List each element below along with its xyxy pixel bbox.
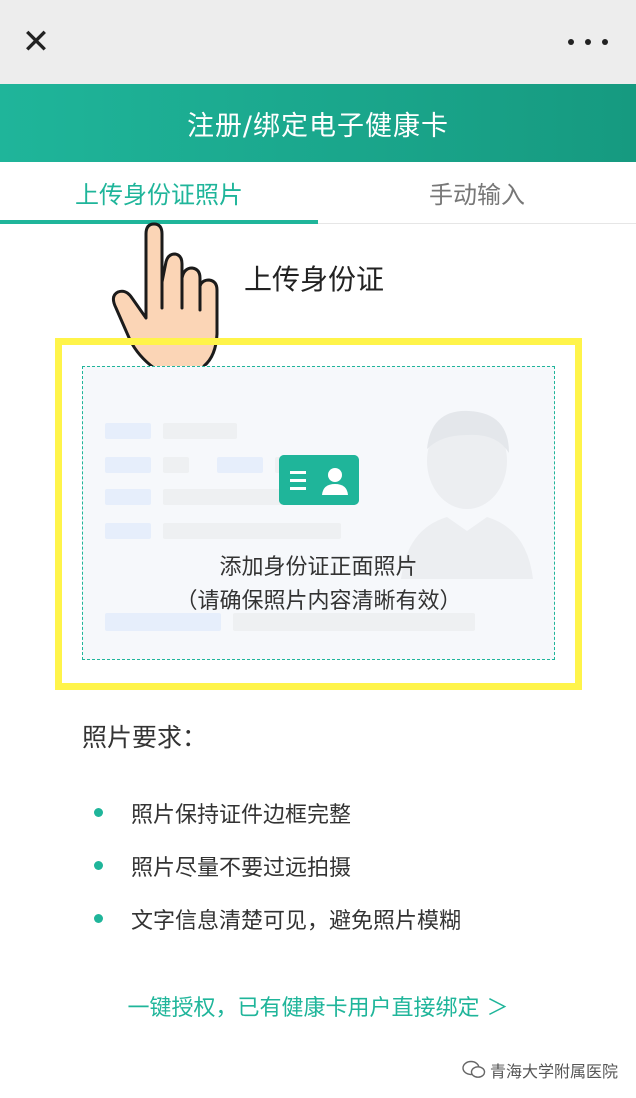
- tab-bar: 上传身份证照片 手动输入: [0, 162, 636, 224]
- placeholder-bar: [163, 523, 341, 539]
- watermark: 青海大学附属医院: [462, 1058, 618, 1082]
- bullet-icon: [94, 914, 103, 923]
- requirements-list: 照片保持证件边框完整 照片尽量不要过远拍摄 文字信息清楚可见，避免照片模糊: [94, 786, 461, 945]
- page-header: 注册/绑定电子健康卡: [0, 84, 636, 162]
- list-item: 照片尽量不要过远拍摄: [94, 839, 461, 892]
- placeholder-bar: [163, 423, 237, 439]
- id-card-icon: [279, 455, 359, 505]
- list-item: 文字信息清楚可见，避免照片模糊: [94, 892, 461, 945]
- placeholder-bar: [105, 423, 151, 439]
- placeholder-bar: [233, 613, 475, 631]
- id-photo-upload-area[interactable]: 添加身份证正面照片 （请确保照片内容清晰有效）: [82, 366, 555, 660]
- close-icon[interactable]: ✕: [18, 22, 54, 62]
- watermark-text: 青海大学附属医院: [489, 1062, 618, 1081]
- requirement-text: 照片保持证件边框完整: [131, 802, 352, 828]
- wechat-icon: [462, 1060, 486, 1078]
- more-dots-icon[interactable]: [568, 26, 608, 58]
- page-title: 注册/绑定电子健康卡: [186, 110, 450, 142]
- upload-hint: （请确保照片内容清晰有效）: [175, 589, 462, 614]
- upload-instruction: 添加身份证正面照片: [219, 555, 418, 580]
- placeholder-bar: [105, 457, 151, 473]
- placeholder-bar: [105, 613, 221, 631]
- quick-bind-link[interactable]: 一键授权，已有健康卡用户直接绑定 ＞: [0, 990, 636, 1022]
- top-bar: ✕: [0, 0, 636, 84]
- bullet-icon: [94, 861, 103, 870]
- list-item: 照片保持证件边框完整: [94, 786, 461, 839]
- requirements-title: 照片要求：: [82, 723, 208, 752]
- placeholder-bar: [163, 489, 283, 505]
- tab-manual-input[interactable]: 手动输入: [318, 162, 636, 223]
- placeholder-bar: [163, 457, 189, 473]
- bullet-icon: [94, 808, 103, 817]
- upload-section-title: 上传身份证: [244, 263, 385, 296]
- placeholder-bar: [217, 457, 263, 473]
- placeholder-bar: [105, 523, 151, 539]
- tab-upload-id-photo[interactable]: 上传身份证照片: [0, 162, 318, 224]
- placeholder-bar: [105, 489, 151, 505]
- requirement-text: 照片尽量不要过远拍摄: [131, 855, 352, 881]
- requirement-text: 文字信息清楚可见，避免照片模糊: [131, 908, 462, 934]
